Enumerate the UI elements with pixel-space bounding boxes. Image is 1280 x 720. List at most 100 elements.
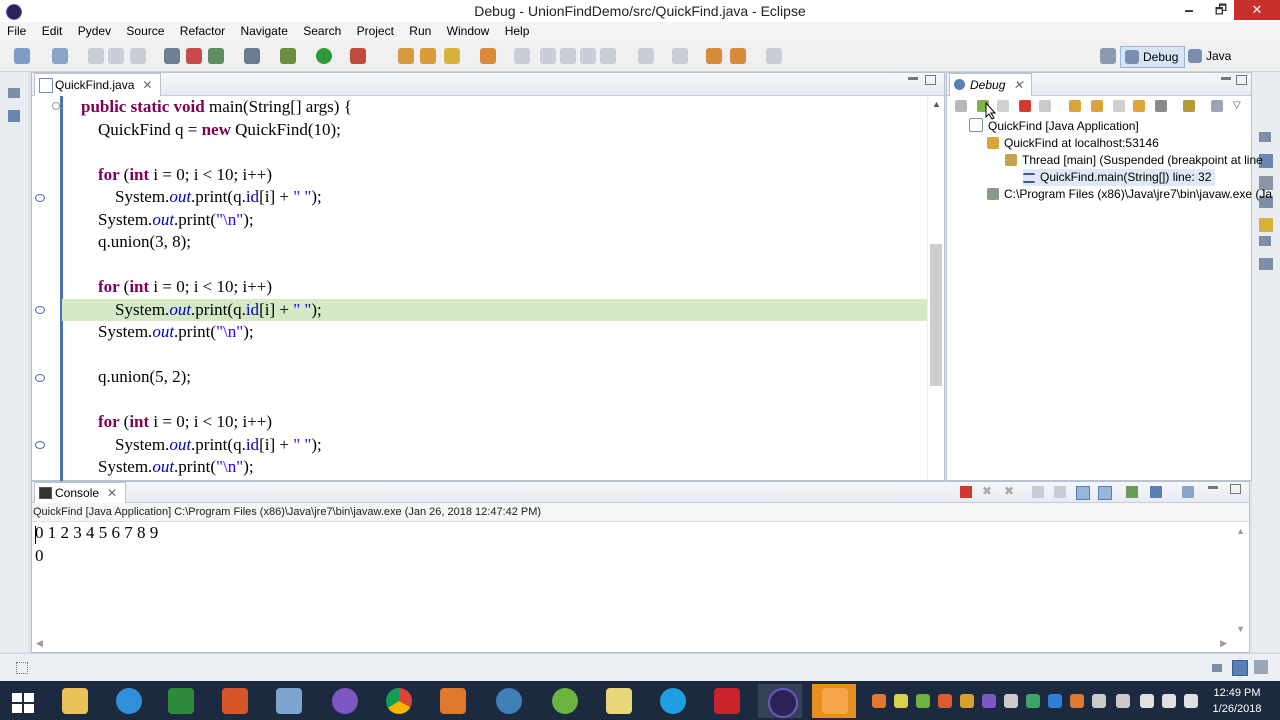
drop-to-frame-icon[interactable] [1133,100,1145,112]
tray-icon[interactable] [872,694,886,708]
editor-scrollbar[interactable]: ▲ [927,96,944,480]
menu-edit[interactable]: Edit [37,22,68,41]
save-icon[interactable] [88,48,104,64]
minimize-button[interactable]: 🗕 [1174,0,1204,20]
package-explorer-icon[interactable] [8,110,20,122]
taskbar-skype[interactable] [650,684,694,718]
open-console-icon[interactable] [1182,486,1194,498]
minimize-view-icon[interactable] [1221,77,1231,80]
taskbar-eclipse[interactable] [758,684,802,718]
tray-icon[interactable] [1004,694,1018,708]
step-into-icon[interactable] [1069,100,1081,112]
menu-refactor[interactable]: Refactor [175,22,230,41]
scroll-lock-icon[interactable] [1054,486,1066,498]
code-line[interactable]: for (int i = 0; i < 10; i++) [32,411,928,433]
menu-window[interactable]: Window [442,22,495,41]
maximize-view-icon[interactable] [1236,75,1247,85]
volume-icon[interactable] [1184,694,1198,708]
tray-icon[interactable] [960,694,974,708]
tray-icon[interactable] [1048,694,1062,708]
clear-console-icon[interactable] [1032,486,1044,498]
tab-console[interactable]: Console ✕ [34,482,127,503]
scroll-up-icon[interactable]: ▲ [932,99,941,109]
forward-icon[interactable] [766,48,782,64]
terminate-icon[interactable] [960,486,972,498]
minimize-view-icon[interactable] [908,77,918,80]
maximize-button[interactable]: 🗗 [1206,0,1236,20]
new-icon[interactable] [14,48,30,64]
taskbar-powerpoint[interactable] [212,684,256,718]
open-type-icon[interactable] [244,48,260,64]
menu-project[interactable]: Project [352,22,399,41]
taskbar-internet-explorer[interactable] [106,684,150,718]
taskbar-app[interactable] [430,684,474,718]
tray-icon[interactable] [894,694,908,708]
pilcrow-icon[interactable] [600,48,616,64]
last-edit-icon[interactable] [706,48,722,64]
maximize-view-icon[interactable] [925,75,936,85]
tray-icon[interactable] [1070,694,1084,708]
scroll-right-icon[interactable]: ▶ [1220,638,1227,649]
tray-icon[interactable] [982,694,996,708]
new-package-icon[interactable] [52,48,68,64]
console-output-line[interactable]: 0 1 2 3 4 5 6 7 8 9 [35,523,158,543]
tree-item-vm[interactable]: QuickFind at localhost:53146 [987,135,1159,152]
disconnect-icon[interactable] [1039,100,1051,112]
outline-icon[interactable] [1259,258,1273,270]
remove-all-icon[interactable]: ✖ [1004,484,1016,498]
chevron-down-icon[interactable]: ▽ [1233,100,1245,112]
scroll-left-icon[interactable]: ◀ [36,638,43,649]
open-resource-icon[interactable] [420,48,436,64]
block-select-icon[interactable] [580,48,596,64]
restore-icon[interactable] [1259,132,1271,142]
restore-icon[interactable] [1212,664,1222,672]
step-return-icon[interactable] [1113,100,1125,112]
perspective-java[interactable]: Java [1184,46,1237,66]
menu-navigate[interactable]: Navigate [236,22,293,41]
annotation-icon[interactable] [514,48,530,64]
close-tab-icon[interactable]: ✕ [142,78,152,92]
coverage-icon[interactable] [350,48,366,64]
taskbar-viber[interactable] [322,684,366,718]
view-menu-icon[interactable] [1183,100,1195,112]
taskbar-notes[interactable] [596,684,640,718]
maximize-view-icon[interactable] [1230,484,1241,494]
open-folder-icon[interactable] [398,48,414,64]
code-line[interactable]: for (int i = 0; i < 10; i++) [32,164,928,186]
collapse-all-icon[interactable] [1211,100,1223,112]
taskbar-document[interactable] [266,684,310,718]
prev-annotation-icon[interactable] [672,48,688,64]
display-console-icon[interactable] [1150,486,1162,498]
back-icon[interactable] [730,48,746,64]
scroll-down-icon[interactable]: ▼ [1236,624,1245,634]
debug-run-icon[interactable] [280,48,296,64]
use-step-filters-icon[interactable] [1155,100,1167,112]
tree-item-stack-frame[interactable]: QuickFind.main(String[]) line: 32 [1023,169,1216,186]
network-icon[interactable] [1162,694,1176,708]
expressions-icon[interactable] [1259,218,1273,232]
code-line[interactable] [32,141,928,163]
console-output-line[interactable]: 0 [35,546,44,566]
taskbar-file-explorer[interactable] [52,684,96,718]
print-icon[interactable] [130,48,146,64]
tray-icon[interactable] [938,694,952,708]
console-trim-icon[interactable] [1232,660,1248,676]
taskbar-spreadsheet[interactable] [158,684,202,718]
taskbar-acrobat[interactable] [704,684,748,718]
code-line[interactable]: System.out.print("\n"); [32,321,928,343]
minimize-view-icon[interactable] [1208,486,1218,489]
open-perspective-icon[interactable] [1100,48,1116,64]
trim-icon[interactable] [1254,660,1268,674]
run-icon[interactable] [316,48,332,64]
fast-view-icon[interactable] [16,662,28,674]
code-line[interactable] [32,254,928,276]
code-line[interactable] [32,389,928,411]
code-line[interactable]: public static void main(String[] args) { [32,96,928,118]
scroll-up-icon[interactable]: ▲ [1236,526,1245,536]
terminate-icon[interactable] [1019,100,1031,112]
suspend-icon[interactable] [997,100,1009,112]
menu-pydev[interactable]: Pydev [73,22,116,41]
code-line[interactable]: q.union(5, 2); [32,366,928,388]
step-over-icon[interactable] [1091,100,1103,112]
save-all-icon[interactable] [108,48,124,64]
